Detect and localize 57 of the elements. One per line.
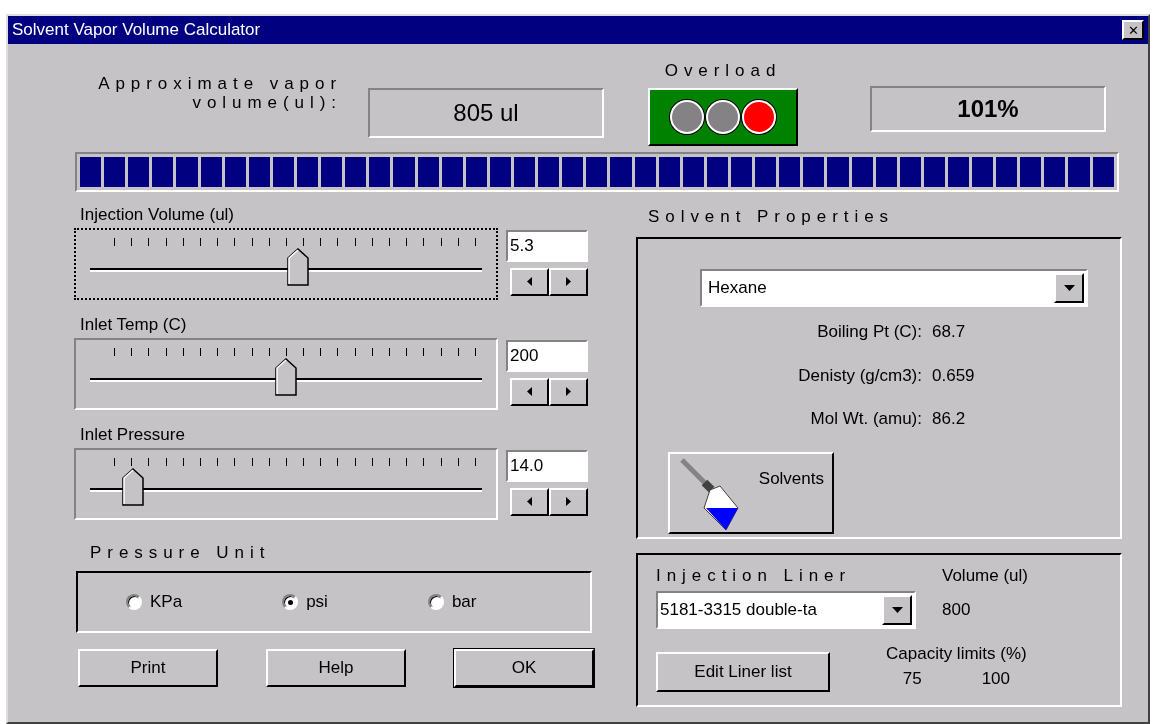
slider-label: Inlet Pressure — [80, 423, 186, 446]
window-title: Solvent Vapor Volume Calculator — [12, 19, 261, 42]
left-arrow-icon — [527, 277, 532, 286]
dropdown-arrow-icon — [891, 606, 903, 613]
property-value: 86.2 — [932, 408, 966, 430]
dialog-button[interactable]: OK — [454, 649, 594, 687]
volume-label: Volume (ul) — [942, 565, 1028, 587]
radio-label[interactable]: bar — [451, 589, 477, 615]
group-label: Pressure Unit — [90, 541, 272, 564]
slider-label: Inlet Temp (C) — [80, 313, 188, 336]
property-value: 68.7 — [932, 321, 966, 343]
solvents-button[interactable]: Solvents — [668, 451, 834, 534]
capacity-limits-label: Capacity limits (%) — [886, 642, 1027, 665]
right-arrow-icon — [566, 387, 571, 396]
left-arrow-icon — [527, 497, 532, 506]
overload-label: Overload — [664, 60, 782, 82]
value-field[interactable]: 14.0 — [506, 449, 588, 482]
property-value: 0.659 — [932, 364, 975, 387]
increment-button[interactable] — [549, 267, 588, 296]
increment-button[interactable] — [549, 377, 588, 406]
capacity-high-value: 100 — [981, 668, 1010, 690]
group-label: Injection Liner — [656, 565, 853, 587]
slider-thumb[interactable] — [286, 247, 309, 286]
close-button[interactable]: ✕ — [1122, 20, 1144, 40]
radio-label[interactable]: psi — [306, 589, 328, 615]
value-field[interactable]: 200 — [506, 339, 588, 372]
right-arrow-icon — [566, 277, 571, 286]
dropdown-arrow-icon — [1063, 285, 1075, 291]
slider-label: Injection Volume (ul) — [80, 203, 236, 226]
increment-button[interactable] — [549, 487, 588, 516]
liner-volume: 800 — [942, 598, 971, 621]
slider-thumb[interactable] — [122, 467, 145, 506]
value-field[interactable]: 5.3 — [506, 229, 588, 262]
slider-thumb[interactable] — [275, 357, 297, 396]
property-label: Boiling Pt (C): — [816, 321, 922, 343]
decrement-button[interactable] — [510, 267, 549, 296]
radio-button[interactable] — [282, 594, 299, 610]
group-label: Solvent Properties — [648, 205, 895, 228]
radio-button[interactable] — [126, 594, 142, 610]
liner-dropdown[interactable]: 5181-3315 double-ta — [656, 590, 916, 629]
decrement-button[interactable] — [510, 487, 549, 516]
property-label: Mol Wt. (amu): — [809, 408, 922, 430]
property-label: Denisty (g/cm3): — [797, 364, 922, 387]
edit-liner-list-button[interactable]: Edit Liner list — [656, 651, 830, 692]
left-arrow-icon — [527, 387, 532, 396]
vapor-volume-display: 805 ul — [368, 88, 604, 138]
solvent-dropdown[interactable]: Hexane — [700, 269, 1088, 307]
right-arrow-icon — [566, 497, 571, 506]
dialog-button[interactable]: Print — [78, 649, 218, 687]
decrement-button[interactable] — [510, 377, 549, 406]
radio-label[interactable]: KPa — [150, 589, 183, 615]
radio-button[interactable] — [427, 594, 444, 610]
vapor-volume-label: Approximate vapor — [98, 74, 342, 93]
dialog-button[interactable]: Help — [266, 649, 406, 687]
capacity-low-value: 75 — [902, 668, 922, 690]
capacity-percent-display: 101% — [870, 86, 1106, 132]
vapor-volume-label: volume(ul): — [192, 93, 342, 112]
